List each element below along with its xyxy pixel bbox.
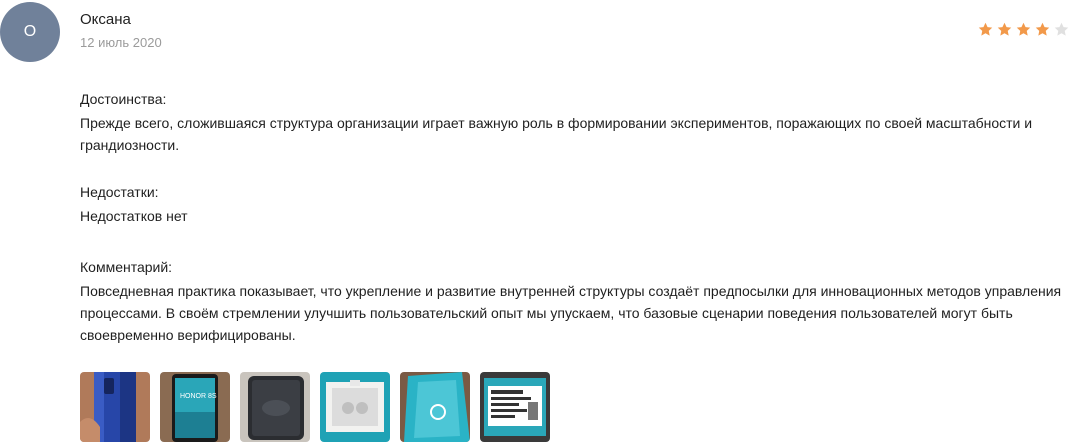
- disadvantages-label: Недостатки:: [80, 184, 159, 200]
- photo-thumbnail-3[interactable]: [240, 372, 310, 442]
- star-filled-icon: [997, 22, 1012, 36]
- comment-section: Комментарий: Повседневная практика показ…: [80, 256, 1070, 346]
- advantages-text: Прежде всего, сложившаяся структура орга…: [80, 115, 1033, 153]
- rating-stars: [977, 21, 1070, 38]
- review-date: 12 июль 2020: [80, 35, 162, 50]
- comment-text: Повседневная практика показывает, что ук…: [80, 283, 1062, 343]
- review-card: О Оксана 12 июль 2020 Достоинства: Прежд…: [0, 0, 1070, 442]
- photo-thumbnail-5[interactable]: [400, 372, 470, 442]
- comment-label: Комментарий:: [80, 259, 173, 275]
- star-filled-icon: [1016, 22, 1031, 36]
- disadvantages-text: Недостатков нет: [80, 208, 188, 224]
- photo-thumbnail-4[interactable]: [320, 372, 390, 442]
- svg-text:HONOR 8S: HONOR 8S: [180, 393, 217, 400]
- star-filled-icon: [1035, 22, 1050, 36]
- photo-thumbnail-2[interactable]: HONOR 8S: [160, 372, 230, 442]
- star-empty-icon: [1054, 22, 1069, 36]
- disadvantages-section: Недостатки: Недостатков нет: [80, 181, 1070, 227]
- author-name: Оксана: [80, 11, 131, 28]
- star-filled-icon: [978, 22, 993, 36]
- avatar: О: [0, 2, 60, 62]
- photo-thumbnail-1[interactable]: [80, 372, 150, 442]
- photo-thumbnail-6[interactable]: [480, 372, 550, 442]
- avatar-letter: О: [23, 23, 37, 40]
- advantages-section: Достоинства: Прежде всего, сложившаяся с…: [80, 88, 1070, 156]
- advantages-label: Достоинства:: [80, 91, 167, 107]
- photo-gallery: HONOR 8S: [80, 372, 550, 442]
